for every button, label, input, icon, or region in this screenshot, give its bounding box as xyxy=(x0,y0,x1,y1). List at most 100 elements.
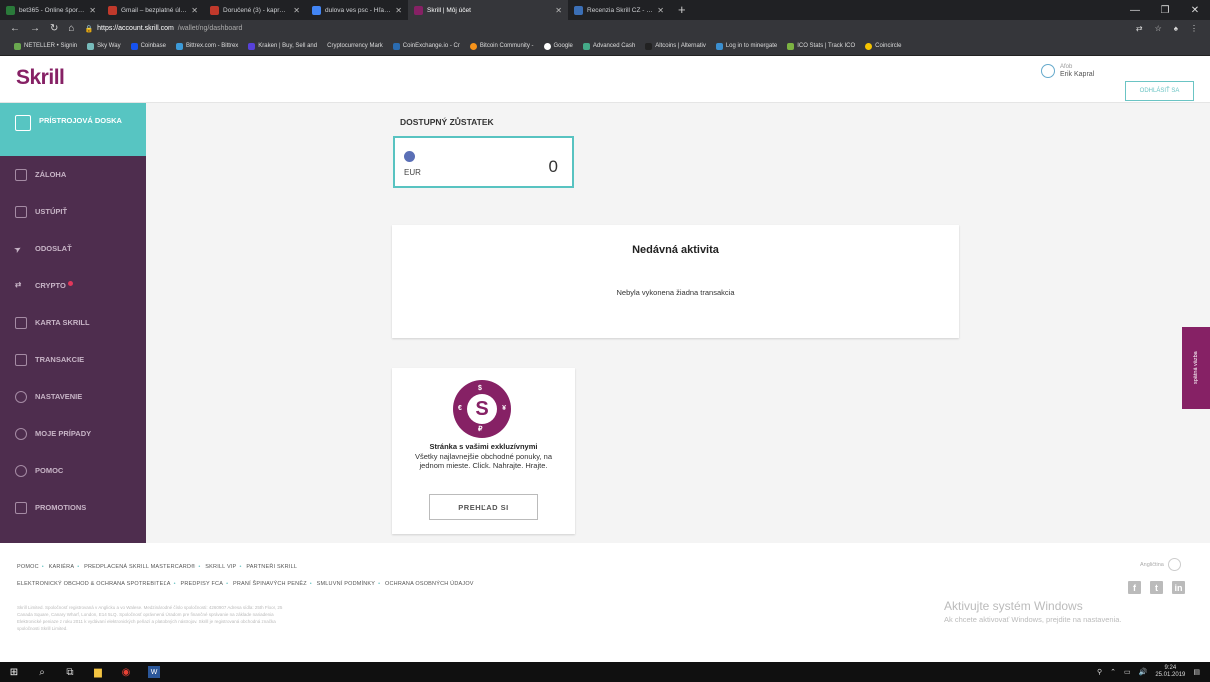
feedback-tab[interactable]: spätná väzba xyxy=(1182,327,1210,409)
facebook-icon[interactable]: f xyxy=(1128,581,1141,594)
screen: bet365 - Online športové stávky ✕ Gmail –… xyxy=(0,0,1210,682)
browser-tab[interactable]: Recenzia Skrill CZ - Elektronická ✕ xyxy=(568,0,670,20)
url-path: /wallet/ng/dashboard xyxy=(177,25,243,32)
main-content: DOSTUPNÝ ZŮSTATEK EUR 0 Nedávná aktivita… xyxy=(146,103,1210,543)
close-tab-icon[interactable]: ✕ xyxy=(191,6,198,15)
help-icon xyxy=(15,464,27,477)
gear-icon xyxy=(15,390,27,403)
footer-link[interactable]: KARIÉRA xyxy=(49,564,75,570)
home-icon[interactable]: ⌂ xyxy=(68,23,74,34)
skrill-logo[interactable]: Skrill xyxy=(16,66,65,90)
footer-links-secondary: ELEKTRONICKÝ OBCHOD & OCHRANA SPOTREBITE… xyxy=(17,581,474,587)
chevron-up-icon[interactable]: ⌃ xyxy=(1110,668,1116,676)
card-icon xyxy=(15,316,27,329)
browser-tab[interactable]: bet365 - Online športové stávky ✕ xyxy=(0,0,102,20)
footer-link[interactable]: PARTNEŘI SKRILL xyxy=(246,564,297,570)
close-tab-icon[interactable]: ✕ xyxy=(555,6,562,15)
footer-link[interactable]: PREDPLACENÁ SKRILL MASTERCARD® xyxy=(84,564,195,570)
sidebar-item-deposit[interactable]: ZÁLOHA xyxy=(0,156,146,193)
minimize-icon[interactable]: — xyxy=(1120,5,1150,16)
bookmark[interactable]: Sky Way xyxy=(87,42,121,50)
sidebar-item-settings[interactable]: NASTAVENIE xyxy=(0,378,146,415)
menu-icon[interactable]: ⋮ xyxy=(1190,24,1198,33)
close-tab-icon[interactable]: ✕ xyxy=(293,6,300,15)
tab-favicon-icon xyxy=(312,5,321,15)
search-icon[interactable]: ⌕ xyxy=(36,666,48,678)
sidebar-item-send[interactable]: ➤ ODOSLAŤ xyxy=(0,230,146,267)
linkedin-icon[interactable]: in xyxy=(1172,581,1185,594)
close-tab-icon[interactable]: ✕ xyxy=(657,6,664,15)
bookmark[interactable]: Coinbase xyxy=(130,42,166,50)
transactions-icon xyxy=(15,353,27,366)
bookmark[interactable]: CoinExchange.io - Cr xyxy=(392,42,460,50)
bookmark[interactable]: Kraken | Buy, Sell and xyxy=(248,42,317,50)
browser-tab-active[interactable]: Skrill | Môj účet ✕ xyxy=(408,0,568,20)
close-window-icon[interactable]: ✕ xyxy=(1180,5,1210,16)
bookmark[interactable]: ICO Stats | Track ICO xyxy=(787,42,855,50)
sidebar-item-crypto[interactable]: ⇄ CRYPTO xyxy=(0,267,146,304)
chrome-icon[interactable]: ◉ xyxy=(120,666,132,678)
promo-card: $ € ¥ ₽ S Stránka s vašimi exkluzívnymi … xyxy=(392,368,575,534)
close-tab-icon[interactable]: ✕ xyxy=(395,6,402,15)
sidebar-item-help[interactable]: POMOC xyxy=(0,452,146,489)
clock[interactable]: 9:24 25.01.2019 xyxy=(1155,665,1185,679)
sidebar-item-skrill-card[interactable]: KARTA SKRILL xyxy=(0,304,146,341)
sidebar-item-cases[interactable]: MOJE PRÍPADY xyxy=(0,415,146,452)
star-icon[interactable]: ☆ xyxy=(1155,24,1162,33)
footer-link[interactable]: SMLUVNÍ PODMÍNKY xyxy=(317,581,376,587)
footer-link[interactable]: ELEKTRONICKÝ OBCHOD & OCHRANA SPOTREBITE… xyxy=(17,581,171,587)
reload-icon[interactable]: ↻ xyxy=(50,23,58,34)
forward-icon[interactable]: → xyxy=(30,23,40,34)
sidebar-item-withdraw[interactable]: USTÚPIŤ xyxy=(0,193,146,230)
footer-link[interactable]: OCHRANA OSOBNÝCH ÚDAJOV xyxy=(385,581,474,587)
browser-tab[interactable]: dulova ves psc - Hľadať Googlom✕ xyxy=(306,0,408,20)
footer-link[interactable]: PRANÍ ŠPINAVÝCH PENĚZ xyxy=(233,581,307,587)
back-icon[interactable]: ← xyxy=(10,23,20,34)
clock-date: 25.01.2019 xyxy=(1155,672,1186,678)
balance-title: DOSTUPNÝ ZŮSTATEK xyxy=(400,117,494,127)
bookmark[interactable]: Cryptocurrency Mark xyxy=(327,43,383,49)
bookmark[interactable]: NETELLER • Signin xyxy=(14,42,77,50)
language-selector[interactable]: Angličtina xyxy=(1140,558,1181,571)
footer-link[interactable]: SKRILL VIP xyxy=(205,564,236,570)
browse-offers-button[interactable]: PREHĽAD SI xyxy=(429,494,538,520)
task-view-icon[interactable]: ⧉ xyxy=(64,666,76,678)
extension-icon[interactable]: ♠ xyxy=(1174,24,1178,33)
bookmark[interactable]: Advanced Cash xyxy=(582,42,635,50)
bookmark-favicon-icon xyxy=(130,42,138,50)
url-field[interactable]: 🔒 https://account.skrill.com/wallet/ng/d… xyxy=(84,25,1135,33)
sidebar-item-promotions[interactable]: PROMOTIONS xyxy=(0,489,146,526)
maximize-icon[interactable]: ❐ xyxy=(1150,5,1180,16)
bookmark[interactable]: Bitcoin Community - xyxy=(469,42,534,50)
word-icon[interactable]: W xyxy=(148,666,160,678)
footer-link[interactable]: POMOC xyxy=(17,564,39,570)
new-tab-button[interactable]: + xyxy=(670,0,694,20)
sidebar-item-label: PROMOTIONS xyxy=(35,503,87,512)
logout-button[interactable]: ODHLÁSIŤ SA xyxy=(1125,81,1194,101)
user-profile[interactable]: Afob Erik Kapral xyxy=(1041,64,1094,78)
lock-icon: 🔒 xyxy=(84,25,94,33)
close-tab-icon[interactable]: ✕ xyxy=(89,6,96,15)
bookmark[interactable]: Coincircle xyxy=(865,42,901,50)
translate-icon[interactable]: ⇄ xyxy=(1136,24,1143,33)
network-icon[interactable]: ▭ xyxy=(1124,668,1131,676)
footer-link[interactable]: PREDPISY FCA xyxy=(180,581,223,587)
bookmark[interactable]: Log in to minergate xyxy=(715,42,777,50)
browser-tab[interactable]: Gmail – bezplatné úložisko a pošta✕ xyxy=(102,0,204,20)
volume-icon[interactable]: 🔊 xyxy=(1139,668,1148,676)
footer-links-primary: POMOC • KARIÉRA • PREDPLACENÁ SKRILL MASTE… xyxy=(17,564,298,570)
bookmark[interactable]: Google xyxy=(543,42,573,50)
sidebar-item-transactions[interactable]: TRANSAKCIE xyxy=(0,341,146,378)
twitter-icon[interactable]: t xyxy=(1150,581,1163,594)
tab-title: Recenzia Skrill CZ - Elektronická xyxy=(587,6,653,14)
browser-tab[interactable]: Doručené (3) - kapralerik946@g ✕ xyxy=(204,0,306,20)
file-explorer-icon[interactable]: ▆ xyxy=(92,666,104,678)
people-icon[interactable]: ⚲ xyxy=(1097,668,1102,676)
headset-icon xyxy=(15,427,27,440)
bookmark[interactable]: Altcoins | Alternativ xyxy=(645,42,706,50)
windows-start-icon[interactable]: ⊞ xyxy=(8,666,20,678)
notifications-icon[interactable]: ▤ xyxy=(1193,668,1200,676)
balance-card[interactable]: EUR 0 xyxy=(393,136,574,188)
sidebar-item-dashboard[interactable]: PRÍSTROJOVÁ DOSKA xyxy=(0,103,146,156)
bookmark[interactable]: Bittrex.com - Bittrex xyxy=(175,42,238,50)
